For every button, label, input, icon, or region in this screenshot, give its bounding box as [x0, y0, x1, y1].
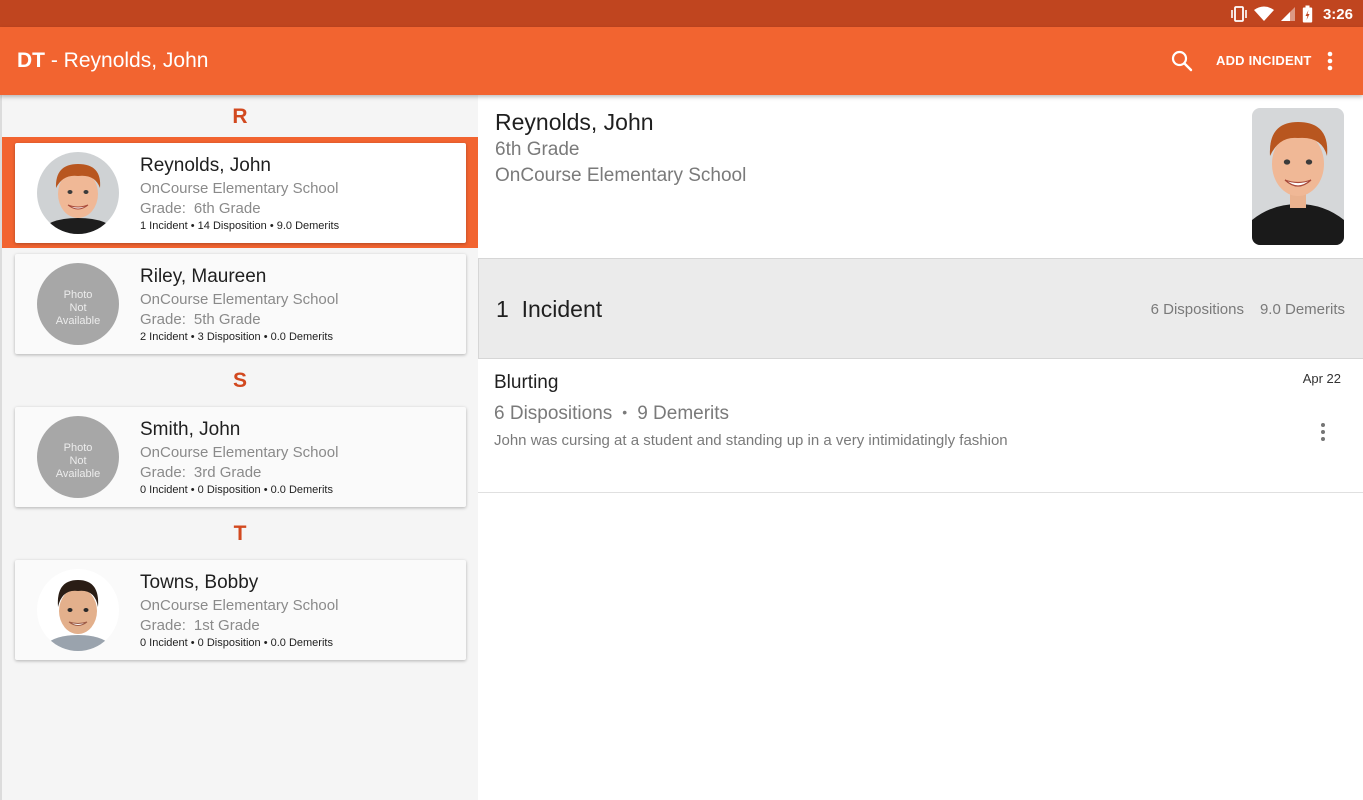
student-name: Smith, John [140, 419, 241, 440]
grade-label: Grade: [140, 464, 186, 481]
student-school: OnCourse Elementary School [140, 597, 339, 614]
student-stats: 0 Incident • 0 Disposition • 0.0 Demerit… [140, 637, 333, 649]
app-bar: DT - Reynolds, John ADD INCIDENT [0, 27, 1363, 95]
grade-value: 3rd Grade [193, 464, 262, 481]
student-card-smith[interactable]: Photo Not Available Smith, John OnCourse… [15, 407, 466, 507]
signal-icon [1280, 6, 1296, 22]
incident-dispositions: 6 Dispositions [494, 403, 613, 424]
student-stats: 0 Incident • 0 Disposition • 0.0 Demerit… [140, 484, 333, 496]
placeholder-text: Not [69, 455, 87, 467]
avatar [37, 569, 119, 651]
student-detail: Reynolds, John 6th Grade OnCourse Elemen… [478, 95, 1363, 800]
student-card-towns[interactable]: Towns, Bobby OnCourse Elementary School … [15, 560, 466, 660]
incident-demerits: 9 Demerits [637, 403, 730, 424]
incident-counts: 6 Dispositions • 9 Demerits [494, 403, 729, 425]
student-name: Riley, Maureen [140, 266, 267, 287]
incident-summary-count: 1 Incident [496, 296, 602, 323]
placeholder-text: Photo [63, 442, 93, 454]
grade-label: Grade: [140, 311, 186, 328]
bullet-separator: • [622, 404, 628, 420]
incident-date: Apr 22 [1302, 371, 1341, 386]
avatar-placeholder: Photo Not Available [37, 263, 119, 345]
grade-label: Grade: [140, 200, 186, 217]
summary-dispositions: 6 Dispositions [1150, 301, 1244, 318]
placeholder-text: Photo [63, 289, 93, 301]
student-school: OnCourse Elementary School [140, 180, 339, 197]
detail-school: OnCourse Elementary School [495, 165, 747, 186]
grade-value: 6th Grade [193, 200, 261, 217]
summary-demerits: 9.0 Demerits [1259, 301, 1345, 318]
avatar [37, 152, 119, 234]
student-school: OnCourse Elementary School [140, 444, 339, 461]
incident-count: 1 [496, 296, 509, 322]
grade-value: 5th Grade [193, 311, 261, 328]
detail-grade: 6th Grade [495, 139, 580, 160]
search-icon[interactable] [1170, 49, 1194, 73]
student-photo [1252, 108, 1344, 245]
student-name: Towns, Bobby [140, 572, 259, 593]
placeholder-text: Available [55, 468, 101, 480]
student-card-reynolds[interactable]: Reynolds, John OnCourse Elementary Schoo… [15, 143, 466, 243]
student-list: R Reynolds, John OnCourse Elementary Sch… [0, 95, 478, 800]
incident-more-icon[interactable] [1313, 421, 1333, 443]
grade-value: 1st Grade [193, 617, 260, 634]
vibrate-icon [1230, 6, 1248, 22]
page-title: DT - Reynolds, John [17, 49, 208, 73]
detail-student-name: Reynolds, John [495, 109, 654, 135]
grade-label: Grade: [140, 617, 186, 634]
student-grade: Grade: 3rd Grade [140, 464, 261, 481]
student-stats: 2 Incident • 3 Disposition • 0.0 Demerit… [140, 331, 333, 343]
section-header-t: T [233, 522, 247, 545]
more-vert-icon[interactable] [1320, 49, 1340, 73]
student-grade: Grade: 5th Grade [140, 311, 261, 328]
title-student-name: Reynolds, John [63, 49, 209, 72]
placeholder-text: Not [69, 302, 87, 314]
incident-description: John was cursing at a student and standi… [494, 432, 1008, 449]
incident-summary: 1 Incident 6 Dispositions 9.0 Demerits [478, 258, 1363, 359]
incident-count-label: Incident [521, 296, 603, 322]
status-bar: 3:26 [0, 0, 1363, 27]
app-abbrev: DT [17, 49, 45, 72]
status-time: 3:26 [1322, 5, 1353, 23]
student-stats: 1 Incident • 14 Disposition • 9.0 Demeri… [140, 220, 340, 232]
student-name: Reynolds, John [140, 155, 271, 176]
section-header-r: R [232, 105, 248, 128]
incident-title: Blurting [494, 372, 559, 393]
add-incident-button[interactable]: ADD INCIDENT [1216, 53, 1312, 68]
student-card-riley[interactable]: Photo Not Available Riley, Maureen OnCou… [15, 254, 466, 354]
student-school: OnCourse Elementary School [140, 291, 339, 308]
title-separator: - [45, 49, 64, 72]
placeholder-text: Available [55, 315, 101, 327]
battery-icon [1302, 5, 1313, 23]
incident-item[interactable]: Blurting Apr 22 6 Dispositions • 9 Demerit… [478, 359, 1363, 493]
section-header-s: S [232, 369, 247, 392]
student-grade: Grade: 1st Grade [140, 617, 260, 634]
avatar-placeholder: Photo Not Available [37, 416, 119, 498]
wifi-icon [1253, 6, 1274, 22]
student-grade: Grade: 6th Grade [140, 200, 261, 217]
